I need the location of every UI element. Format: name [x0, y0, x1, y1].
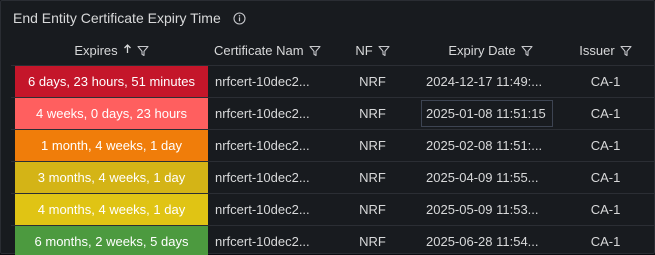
certificate-expiry-panel: End Entity Certificate Expiry Time Expir…: [0, 0, 655, 255]
sort-ascending-icon[interactable]: [123, 44, 132, 57]
column-header-label: Expires: [74, 43, 118, 58]
expires-cell: 3 months, 4 weeks, 1 day: [15, 162, 208, 193]
column-header-expiry-date[interactable]: Expiry Date: [419, 36, 555, 65]
column-header-nf[interactable]: NF: [326, 36, 419, 65]
issuer-cell: CA-1: [590, 106, 621, 121]
column-header-issuer[interactable]: Issuer: [555, 36, 655, 65]
panel-title: End Entity Certificate Expiry Time: [13, 10, 221, 26]
filter-icon[interactable]: [309, 45, 321, 57]
expiry-date-cell: 2025-06-28 11:54...: [426, 234, 539, 249]
column-header-expires[interactable]: Expires: [15, 36, 208, 65]
filter-icon[interactable]: [378, 45, 390, 57]
filter-icon[interactable]: [620, 45, 632, 57]
panel-header: End Entity Certificate Expiry Time: [13, 7, 246, 29]
nf-cell: NRF: [359, 106, 386, 121]
expires-cell: 1 month, 4 weeks, 1 day: [15, 130, 208, 161]
table-row[interactable]: 3 months, 4 weeks, 1 day nrfcert-10dec2.…: [11, 162, 655, 194]
issuer-cell: CA-1: [590, 234, 621, 249]
issuer-cell: CA-1: [590, 74, 621, 89]
certificate-cell: nrfcert-10dec2...: [215, 234, 310, 249]
nf-cell: NRF: [359, 202, 386, 217]
expiry-date-cell: 2025-05-09 11:53...: [426, 202, 539, 217]
issuer-cell: CA-1: [590, 202, 621, 217]
table-row[interactable]: 4 weeks, 0 days, 23 hours nrfcert-10dec2…: [11, 98, 655, 130]
filter-icon[interactable]: [521, 45, 533, 57]
certificate-cell: nrfcert-10dec2...: [215, 138, 310, 153]
table-body: 6 days, 23 hours, 51 minutes nrfcert-10d…: [11, 66, 655, 255]
column-header-label: Certificate Nam: [214, 43, 304, 58]
issuer-cell: CA-1: [590, 170, 621, 185]
expiry-date-cell: 2025-01-08 11:51:15: [419, 98, 555, 129]
expires-cell: 6 days, 23 hours, 51 minutes: [15, 66, 208, 97]
column-header-certificate[interactable]: Certificate Nam: [208, 36, 326, 65]
table-row[interactable]: 4 months, 4 weeks, 1 day nrfcert-10dec2.…: [11, 194, 655, 226]
expires-cell: 4 weeks, 0 days, 23 hours: [15, 98, 208, 129]
table-header-row: Expires Certificate Nam NF Expiry Date I…: [11, 36, 655, 66]
certificate-cell: nrfcert-10dec2...: [215, 202, 310, 217]
nf-cell: NRF: [359, 74, 386, 89]
certificate-cell: nrfcert-10dec2...: [215, 170, 310, 185]
issuer-cell: CA-1: [590, 138, 621, 153]
table-row[interactable]: 1 month, 4 weeks, 1 day nrfcert-10dec2..…: [11, 130, 655, 162]
column-header-label: Expiry Date: [448, 43, 516, 58]
expiry-date-cell: 2025-04-09 11:55...: [426, 170, 539, 185]
filter-icon[interactable]: [137, 45, 149, 57]
nf-cell: NRF: [359, 138, 386, 153]
nf-cell: NRF: [359, 234, 386, 249]
table-row[interactable]: 6 months, 2 weeks, 5 days nrfcert-10dec2…: [11, 226, 655, 255]
column-header-label: NF: [355, 43, 373, 58]
table-row[interactable]: 6 days, 23 hours, 51 minutes nrfcert-10d…: [11, 66, 655, 98]
expiry-table: Expires Certificate Nam NF Expiry Date I…: [11, 36, 655, 255]
expires-cell: 4 months, 4 weeks, 1 day: [15, 194, 208, 225]
expires-cell: 6 months, 2 weeks, 5 days: [15, 226, 208, 255]
expiry-date-cell: 2025-02-08 11:51:...: [426, 138, 543, 153]
nf-cell: NRF: [359, 170, 386, 185]
certificate-cell: nrfcert-10dec2...: [215, 74, 310, 89]
column-header-label: Issuer: [579, 43, 615, 58]
expiry-date-cell: 2024-12-17 11:49:...: [426, 74, 543, 89]
info-icon[interactable]: [233, 11, 246, 25]
certificate-cell: nrfcert-10dec2...: [215, 106, 310, 121]
